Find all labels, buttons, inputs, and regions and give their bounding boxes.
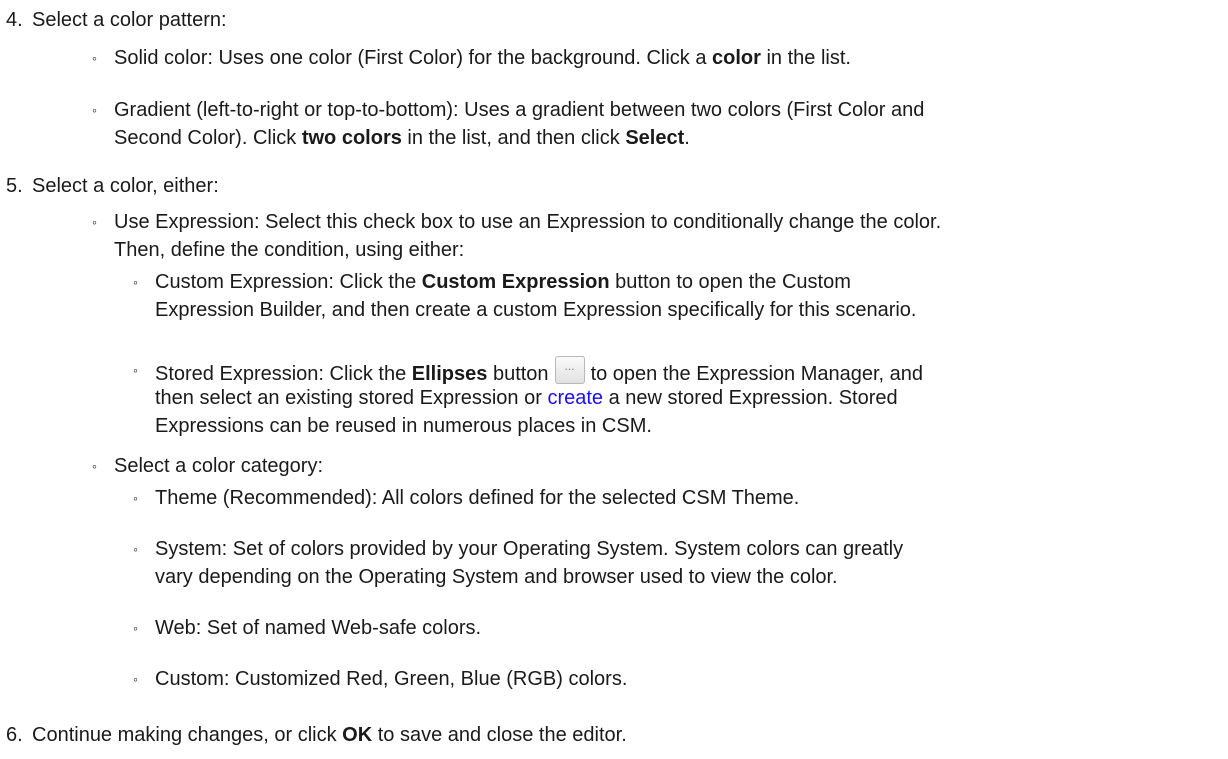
category-system-text2: vary depending on the Operating System a… xyxy=(155,566,838,588)
stored-expression-line2: then select an existing stored Expressio… xyxy=(155,384,898,412)
pattern-gradient-bold-colors: two colors xyxy=(301,127,402,149)
stored-expression-text: Stored Expression: Click the xyxy=(155,363,412,385)
pattern-gradient-text-mid: in the list, and then click xyxy=(401,127,626,149)
custom-expression-line2: Expression Builder, and then create a cu… xyxy=(155,296,916,324)
use-expression-line2: Then, define the condition, using either… xyxy=(114,236,464,264)
step-6-number: 6. xyxy=(6,724,23,746)
step-4: 4. Select a color pattern: xyxy=(6,6,227,34)
custom-expression-bold: Custom Expression xyxy=(421,271,610,293)
pattern-gradient-line1: Gradient (left-to-right or top-to-bottom… xyxy=(114,99,925,121)
custom-expression-item: Custom Expression: Click the Custom Expr… xyxy=(133,268,851,296)
step-6: 6. Continue making changes, or click OK t… xyxy=(6,721,627,749)
pattern-gradient-line2: Second Color). Click two colors in the l… xyxy=(114,124,690,152)
category-theme-item: Theme (Recommended): All colors defined … xyxy=(133,484,800,512)
ellipses-button-icon: ... xyxy=(554,356,585,384)
pattern-solid-item: Solid color: Uses one color (First Color… xyxy=(92,44,851,72)
step-5: 5. Select a color, either: xyxy=(6,172,219,200)
step-4-number: 4. xyxy=(6,9,23,31)
stored-expression-text3: Expressions can be reused in numerous pl… xyxy=(155,415,652,437)
category-web-text: Web: Set of named Web-safe colors. xyxy=(155,617,482,639)
pattern-solid-text: Solid color: Uses one color (First Color… xyxy=(114,47,713,69)
stored-expression-bold: Ellipses xyxy=(411,363,488,385)
category-custom-text: Custom: Customized Red, Green, Blue (RGB… xyxy=(155,668,628,690)
pattern-solid-text-end: in the list. xyxy=(760,47,851,69)
category-custom-item: Custom: Customized Red, Green, Blue (RGB… xyxy=(133,665,628,693)
stored-expression-text2-end: a new stored Expression. Stored xyxy=(603,387,898,409)
custom-expression-text2: Expression Builder, and then create a cu… xyxy=(155,299,917,321)
category-system-line2: vary depending on the Operating System a… xyxy=(155,563,838,591)
step-6-bold: OK xyxy=(342,724,373,746)
use-expression-text2: Then, define the condition, using either… xyxy=(114,239,465,261)
color-category-item: Select a color category: xyxy=(92,452,323,480)
step-6-text: Continue making changes, or click xyxy=(32,724,343,746)
step-5-number: 5. xyxy=(6,175,23,197)
use-expression-line1: Use Expression: Select this check box to… xyxy=(114,211,942,233)
category-system-line1: System: Set of colors provided by your O… xyxy=(155,538,904,560)
custom-expression-text-end: button to open the Custom xyxy=(609,271,851,293)
pattern-solid-bold: color xyxy=(712,47,761,69)
category-web-item: Web: Set of named Web-safe colors. xyxy=(133,614,482,642)
stored-expression-text-end: to open the Expression Manager, and xyxy=(590,363,924,385)
step-6-text-end: to save and close the editor. xyxy=(372,724,627,746)
pattern-gradient-item: Gradient (left-to-right or top-to-bottom… xyxy=(92,96,925,124)
step-5-text: Select a color, either: xyxy=(32,175,219,197)
ellipses-glyph: ... xyxy=(564,359,575,373)
pattern-gradient-text: Second Color). Click xyxy=(114,127,302,149)
use-expression-item: Use Expression: Select this check box to… xyxy=(92,208,942,236)
stored-expression-text-mid: button xyxy=(487,363,549,385)
stored-expression-text2: then select an existing stored Expressio… xyxy=(155,387,548,409)
stored-expression-line3: Expressions can be reused in numerous pl… xyxy=(155,412,652,440)
pattern-gradient-text-end: . xyxy=(684,127,690,149)
category-system-item: System: Set of colors provided by your O… xyxy=(133,535,904,563)
custom-expression-text: Custom Expression: Click the xyxy=(155,271,422,293)
color-category-text: Select a color category: xyxy=(114,455,323,477)
pattern-gradient-bold-select: Select xyxy=(625,127,685,149)
step-4-text: Select a color pattern: xyxy=(32,9,227,31)
create-link[interactable]: create xyxy=(547,387,603,409)
category-theme-text: Theme (Recommended): All colors defined … xyxy=(155,487,800,509)
